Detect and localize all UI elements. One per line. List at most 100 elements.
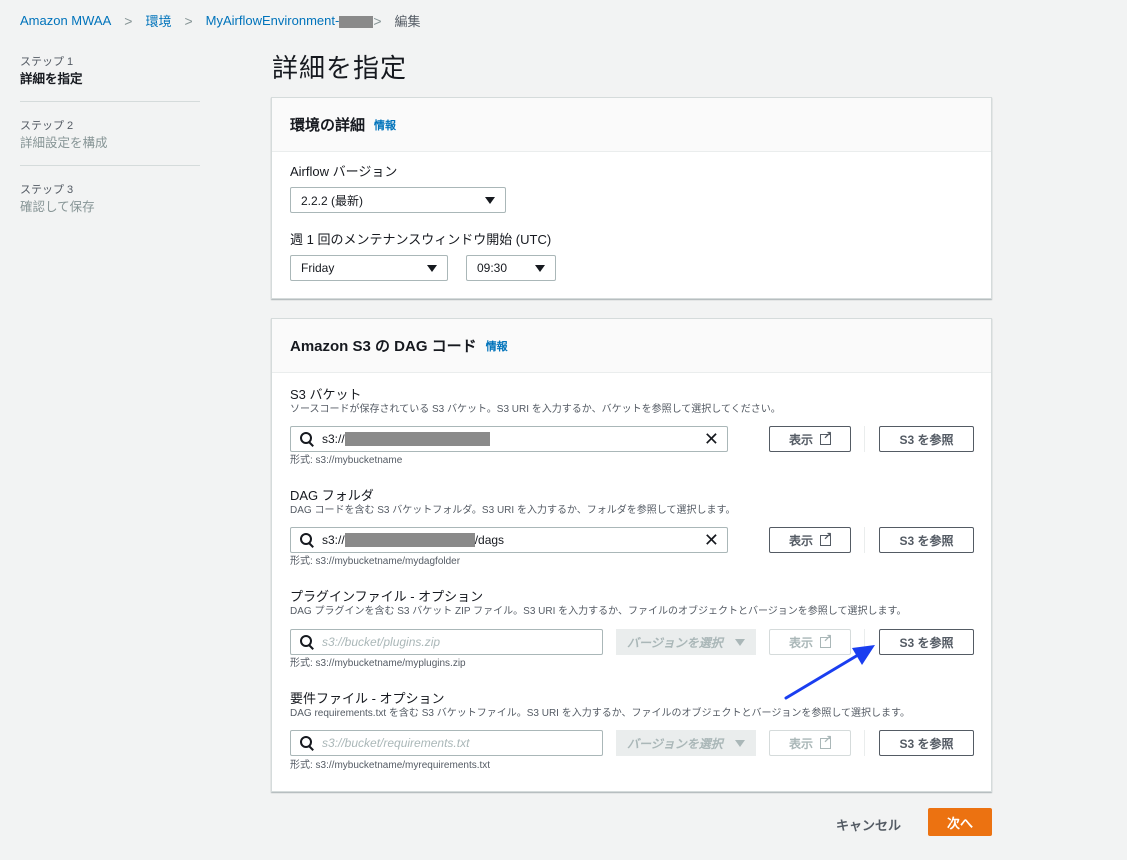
plugins-input[interactable]: s3://bucket/plugins.zip	[290, 629, 603, 655]
s3-bucket-hint: 形式: s3://mybucketname	[290, 455, 403, 466]
maintenance-time-value: 09:30	[477, 261, 508, 275]
requirements-version-select[interactable]: バージョンを選択	[616, 730, 756, 756]
panel-header: Amazon S3 の DAG コード 情報	[272, 319, 991, 373]
step-3[interactable]: ステップ 3 確認して保存	[20, 180, 200, 229]
plugins-label: プラグインファイル - オプション	[290, 589, 484, 604]
dag-folder-label: DAG フォルダ	[290, 488, 374, 503]
view-label: 表示	[788, 533, 813, 548]
requirements-label: 要件ファイル - オプション	[290, 691, 445, 706]
divider	[864, 527, 865, 553]
divider	[864, 629, 865, 655]
step-number: ステップ 2	[20, 120, 74, 132]
step-number: ステップ 3	[20, 184, 74, 196]
browse-s3-button[interactable]: S3 を参照	[879, 629, 974, 655]
chevron-right-icon: >	[124, 12, 133, 29]
external-link-icon	[820, 429, 832, 445]
plugins-description: DAG プラグインを含む S3 バケット ZIP ファイル。S3 URI を入力…	[290, 606, 907, 617]
version-select-label: バージョンを選択	[627, 736, 723, 751]
page-title: 詳細を指定	[272, 53, 408, 83]
maintenance-day-select[interactable]: Friday	[290, 255, 448, 281]
step-title: 詳細を指定	[20, 72, 83, 86]
environment-name: MyAirflowEnvironment-	[205, 13, 340, 28]
breadcrumb-current: 編集	[394, 14, 421, 29]
panel-title: Amazon S3 の DAG コード	[290, 338, 477, 355]
redacted-block	[339, 15, 374, 28]
input-placeholder: s3://bucket/plugins.zip	[322, 635, 441, 649]
view-label: 表示	[788, 432, 813, 447]
caret-down-icon	[735, 739, 745, 747]
view-button[interactable]: 表示	[769, 730, 851, 756]
redacted-block	[344, 432, 490, 446]
dag-folder-input[interactable]: s3:// /dags ✕	[290, 527, 728, 553]
view-button[interactable]: 表示	[769, 426, 851, 452]
maintenance-day-value: Friday	[301, 261, 335, 275]
step-1: ステップ 1 詳細を指定	[20, 52, 200, 102]
panel-title: 環境の詳細	[290, 117, 366, 134]
breadcrumb-mwaa[interactable]: Amazon MWAA	[20, 13, 111, 28]
caret-down-icon	[485, 196, 495, 204]
view-button[interactable]: 表示	[769, 629, 851, 655]
plugins-version-select[interactable]: バージョンを選択	[616, 629, 756, 655]
maintenance-time-select[interactable]: 09:30	[466, 255, 556, 281]
search-icon	[299, 634, 315, 650]
panel-body: S3 バケット ソースコードが保存されている S3 バケット。S3 URI を入…	[272, 373, 991, 792]
breadcrumb: Amazon MWAA > 環境 > MyAirflowEnvironment-…	[20, 11, 421, 30]
dag-code-panel: Amazon S3 の DAG コード 情報 S3 バケット ソースコードが保存…	[271, 318, 992, 792]
caret-down-icon	[427, 264, 437, 272]
input-value-prefix: s3://	[322, 533, 345, 547]
search-icon	[299, 431, 315, 447]
caret-down-icon	[535, 264, 545, 272]
s3-bucket-description: ソースコードが保存されている S3 バケット。S3 URI を入力するか、バケッ…	[290, 404, 781, 415]
info-link[interactable]: 情報	[486, 338, 508, 354]
external-link-icon	[820, 530, 832, 546]
wizard-steps: ステップ 1 詳細を指定 ステップ 2 詳細設定を構成 ステップ 3 確認して保…	[20, 52, 200, 243]
requirements-input[interactable]: s3://bucket/requirements.txt	[290, 730, 603, 756]
external-link-icon	[820, 733, 832, 749]
airflow-version-select[interactable]: 2.2.2 (最新)	[290, 187, 506, 213]
view-label: 表示	[788, 736, 813, 751]
step-2[interactable]: ステップ 2 詳細設定を構成	[20, 116, 200, 166]
requirements-description: DAG requirements.txt を含む S3 バケットファイル。S3 …	[290, 708, 911, 719]
view-button[interactable]: 表示	[769, 527, 851, 553]
requirements-hint: 形式: s3://mybucketname/myrequirements.txt	[290, 760, 491, 771]
divider	[864, 426, 865, 452]
divider	[864, 730, 865, 756]
breadcrumb-environments[interactable]: 環境	[145, 11, 171, 30]
s3-bucket-input[interactable]: s3:// ✕	[290, 426, 728, 452]
airflow-version-value: 2.2.2 (最新)	[301, 193, 364, 208]
environment-details-panel: 環境の詳細 情報 Airflow バージョン 2.2.2 (最新) 週 1 回の…	[271, 97, 992, 299]
chevron-right-icon: >	[184, 12, 193, 29]
view-label: 表示	[788, 635, 813, 650]
input-value-prefix: s3://	[322, 432, 345, 446]
dag-folder-hint: 形式: s3://mybucketname/mydagfolder	[290, 556, 461, 567]
browse-s3-button[interactable]: S3 を参照	[879, 426, 974, 452]
version-select-label: バージョンを選択	[627, 635, 723, 650]
s3-bucket-label: S3 バケット	[290, 387, 362, 402]
info-link[interactable]: 情報	[374, 117, 396, 133]
redacted-block	[344, 533, 475, 547]
dag-folder-description: DAG コードを含む S3 バケットフォルダ。S3 URI を入力するか、フォル…	[290, 505, 736, 516]
cancel-button[interactable]: キャンセル	[836, 815, 901, 834]
caret-down-icon	[735, 638, 745, 646]
clear-icon[interactable]: ✕	[704, 430, 719, 448]
maintenance-window-label: 週 1 回のメンテナンスウィンドウ開始 (UTC)	[290, 232, 552, 247]
search-icon	[299, 735, 315, 751]
external-link-icon	[820, 632, 832, 648]
browse-s3-button[interactable]: S3 を参照	[879, 527, 974, 553]
input-value-suffix: /dags	[474, 533, 505, 547]
panel-body: Airflow バージョン 2.2.2 (最新) 週 1 回のメンテナンスウィン…	[272, 152, 991, 299]
chevron-right-icon: >	[373, 12, 382, 29]
step-title: 詳細設定を構成	[20, 136, 108, 150]
input-value: s3:// /dags	[322, 533, 704, 547]
clear-icon[interactable]: ✕	[704, 531, 719, 549]
panel-header: 環境の詳細 情報	[272, 98, 991, 152]
next-button[interactable]: 次へ	[928, 808, 992, 836]
search-icon	[299, 532, 315, 548]
airflow-version-label: Airflow バージョン	[290, 164, 398, 179]
input-value: s3://	[322, 432, 704, 446]
browse-s3-button[interactable]: S3 を参照	[879, 730, 974, 756]
breadcrumb-environment-name[interactable]: MyAirflowEnvironment-	[206, 13, 374, 28]
plugins-hint: 形式: s3://mybucketname/myplugins.zip	[290, 658, 466, 669]
input-placeholder: s3://bucket/requirements.txt	[322, 736, 470, 750]
step-title: 確認して保存	[20, 200, 95, 214]
